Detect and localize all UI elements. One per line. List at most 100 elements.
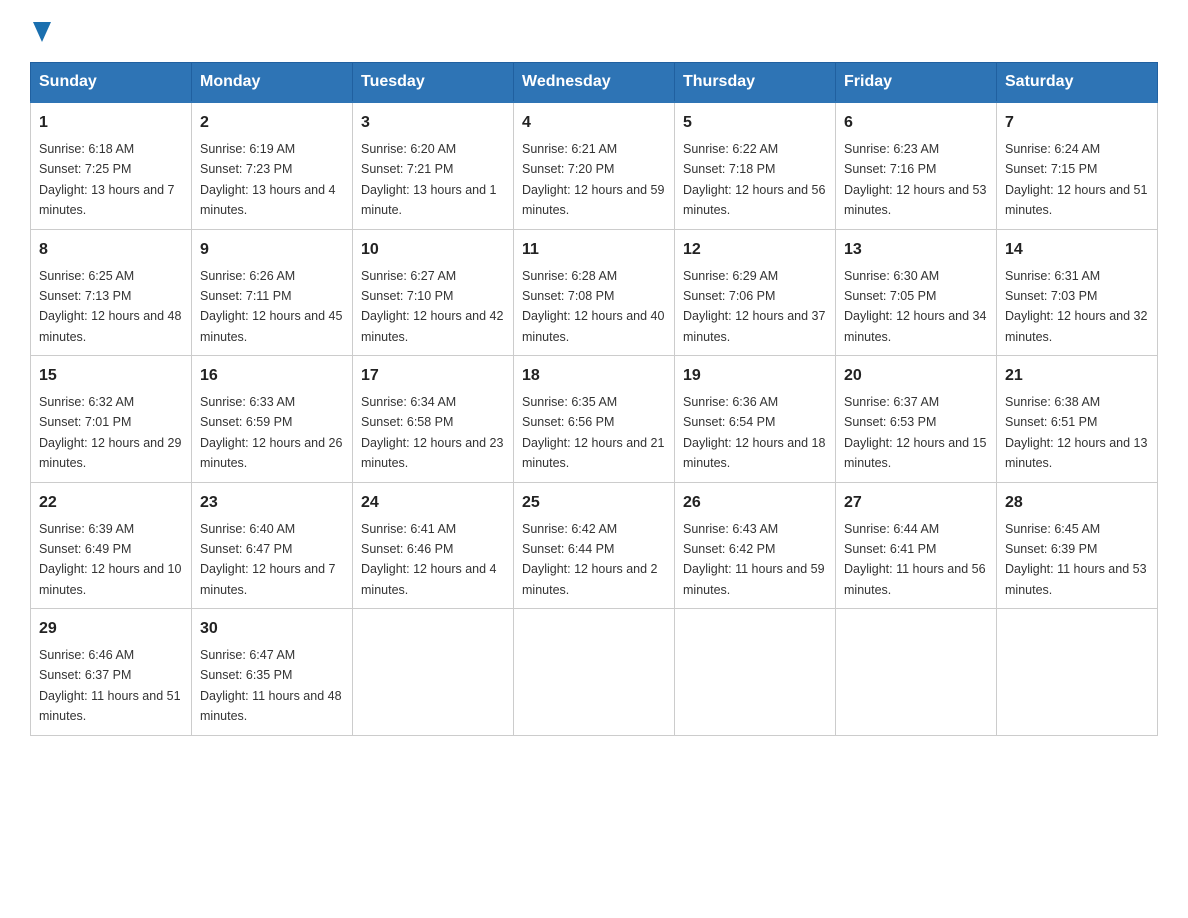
calendar-cell: 1 Sunrise: 6:18 AMSunset: 7:25 PMDayligh… <box>31 102 192 229</box>
calendar-cell: 6 Sunrise: 6:23 AMSunset: 7:16 PMDayligh… <box>836 102 997 229</box>
day-info: Sunrise: 6:37 AMSunset: 6:53 PMDaylight:… <box>844 395 986 470</box>
calendar-header-tuesday: Tuesday <box>353 63 514 103</box>
calendar-cell: 8 Sunrise: 6:25 AMSunset: 7:13 PMDayligh… <box>31 229 192 356</box>
calendar-header-thursday: Thursday <box>675 63 836 103</box>
day-number: 24 <box>361 491 505 515</box>
day-info: Sunrise: 6:36 AMSunset: 6:54 PMDaylight:… <box>683 395 825 470</box>
day-number: 2 <box>200 111 344 135</box>
day-number: 29 <box>39 617 183 641</box>
day-info: Sunrise: 6:21 AMSunset: 7:20 PMDaylight:… <box>522 142 664 217</box>
logo <box>30 20 51 42</box>
day-number: 12 <box>683 238 827 262</box>
calendar-cell: 28 Sunrise: 6:45 AMSunset: 6:39 PMDaylig… <box>997 482 1158 609</box>
calendar-header-row: SundayMondayTuesdayWednesdayThursdayFrid… <box>31 63 1158 103</box>
calendar-cell: 12 Sunrise: 6:29 AMSunset: 7:06 PMDaylig… <box>675 229 836 356</box>
calendar-cell: 30 Sunrise: 6:47 AMSunset: 6:35 PMDaylig… <box>192 609 353 736</box>
day-info: Sunrise: 6:29 AMSunset: 7:06 PMDaylight:… <box>683 269 825 344</box>
day-number: 19 <box>683 364 827 388</box>
day-number: 8 <box>39 238 183 262</box>
day-info: Sunrise: 6:34 AMSunset: 6:58 PMDaylight:… <box>361 395 503 470</box>
calendar-cell: 10 Sunrise: 6:27 AMSunset: 7:10 PMDaylig… <box>353 229 514 356</box>
day-number: 13 <box>844 238 988 262</box>
calendar-cell: 13 Sunrise: 6:30 AMSunset: 7:05 PMDaylig… <box>836 229 997 356</box>
day-info: Sunrise: 6:39 AMSunset: 6:49 PMDaylight:… <box>39 522 181 597</box>
day-number: 10 <box>361 238 505 262</box>
day-number: 1 <box>39 111 183 135</box>
calendar-cell: 2 Sunrise: 6:19 AMSunset: 7:23 PMDayligh… <box>192 102 353 229</box>
day-number: 22 <box>39 491 183 515</box>
day-info: Sunrise: 6:38 AMSunset: 6:51 PMDaylight:… <box>1005 395 1147 470</box>
calendar-cell: 23 Sunrise: 6:40 AMSunset: 6:47 PMDaylig… <box>192 482 353 609</box>
day-info: Sunrise: 6:43 AMSunset: 6:42 PMDaylight:… <box>683 522 825 597</box>
day-number: 15 <box>39 364 183 388</box>
day-number: 3 <box>361 111 505 135</box>
day-info: Sunrise: 6:19 AMSunset: 7:23 PMDaylight:… <box>200 142 336 217</box>
calendar-cell: 24 Sunrise: 6:41 AMSunset: 6:46 PMDaylig… <box>353 482 514 609</box>
day-number: 30 <box>200 617 344 641</box>
day-number: 5 <box>683 111 827 135</box>
calendar-cell: 4 Sunrise: 6:21 AMSunset: 7:20 PMDayligh… <box>514 102 675 229</box>
day-info: Sunrise: 6:32 AMSunset: 7:01 PMDaylight:… <box>39 395 181 470</box>
calendar-cell: 21 Sunrise: 6:38 AMSunset: 6:51 PMDaylig… <box>997 356 1158 483</box>
calendar-header-sunday: Sunday <box>31 63 192 103</box>
calendar-table: SundayMondayTuesdayWednesdayThursdayFrid… <box>30 62 1158 736</box>
day-info: Sunrise: 6:23 AMSunset: 7:16 PMDaylight:… <box>844 142 986 217</box>
calendar-cell: 7 Sunrise: 6:24 AMSunset: 7:15 PMDayligh… <box>997 102 1158 229</box>
day-info: Sunrise: 6:35 AMSunset: 6:56 PMDaylight:… <box>522 395 664 470</box>
calendar-cell <box>997 609 1158 736</box>
calendar-cell: 11 Sunrise: 6:28 AMSunset: 7:08 PMDaylig… <box>514 229 675 356</box>
calendar-cell: 16 Sunrise: 6:33 AMSunset: 6:59 PMDaylig… <box>192 356 353 483</box>
day-info: Sunrise: 6:42 AMSunset: 6:44 PMDaylight:… <box>522 522 658 597</box>
logo-arrow-icon <box>33 22 51 42</box>
day-info: Sunrise: 6:31 AMSunset: 7:03 PMDaylight:… <box>1005 269 1147 344</box>
day-info: Sunrise: 6:28 AMSunset: 7:08 PMDaylight:… <box>522 269 664 344</box>
day-number: 26 <box>683 491 827 515</box>
day-number: 27 <box>844 491 988 515</box>
day-number: 17 <box>361 364 505 388</box>
day-info: Sunrise: 6:45 AMSunset: 6:39 PMDaylight:… <box>1005 522 1147 597</box>
calendar-cell <box>353 609 514 736</box>
day-info: Sunrise: 6:44 AMSunset: 6:41 PMDaylight:… <box>844 522 986 597</box>
calendar-week-row-2: 8 Sunrise: 6:25 AMSunset: 7:13 PMDayligh… <box>31 229 1158 356</box>
day-number: 14 <box>1005 238 1149 262</box>
day-info: Sunrise: 6:22 AMSunset: 7:18 PMDaylight:… <box>683 142 825 217</box>
calendar-week-row-4: 22 Sunrise: 6:39 AMSunset: 6:49 PMDaylig… <box>31 482 1158 609</box>
calendar-cell: 22 Sunrise: 6:39 AMSunset: 6:49 PMDaylig… <box>31 482 192 609</box>
day-number: 20 <box>844 364 988 388</box>
calendar-cell: 18 Sunrise: 6:35 AMSunset: 6:56 PMDaylig… <box>514 356 675 483</box>
calendar-cell: 27 Sunrise: 6:44 AMSunset: 6:41 PMDaylig… <box>836 482 997 609</box>
calendar-header-wednesday: Wednesday <box>514 63 675 103</box>
calendar-cell: 19 Sunrise: 6:36 AMSunset: 6:54 PMDaylig… <box>675 356 836 483</box>
day-info: Sunrise: 6:26 AMSunset: 7:11 PMDaylight:… <box>200 269 342 344</box>
day-info: Sunrise: 6:18 AMSunset: 7:25 PMDaylight:… <box>39 142 175 217</box>
day-number: 11 <box>522 238 666 262</box>
day-info: Sunrise: 6:40 AMSunset: 6:47 PMDaylight:… <box>200 522 336 597</box>
calendar-cell: 14 Sunrise: 6:31 AMSunset: 7:03 PMDaylig… <box>997 229 1158 356</box>
calendar-week-row-3: 15 Sunrise: 6:32 AMSunset: 7:01 PMDaylig… <box>31 356 1158 483</box>
day-info: Sunrise: 6:25 AMSunset: 7:13 PMDaylight:… <box>39 269 181 344</box>
day-info: Sunrise: 6:27 AMSunset: 7:10 PMDaylight:… <box>361 269 503 344</box>
day-number: 21 <box>1005 364 1149 388</box>
day-number: 23 <box>200 491 344 515</box>
calendar-header-friday: Friday <box>836 63 997 103</box>
day-info: Sunrise: 6:41 AMSunset: 6:46 PMDaylight:… <box>361 522 497 597</box>
day-info: Sunrise: 6:30 AMSunset: 7:05 PMDaylight:… <box>844 269 986 344</box>
day-info: Sunrise: 6:46 AMSunset: 6:37 PMDaylight:… <box>39 648 181 723</box>
calendar-cell: 9 Sunrise: 6:26 AMSunset: 7:11 PMDayligh… <box>192 229 353 356</box>
calendar-cell: 20 Sunrise: 6:37 AMSunset: 6:53 PMDaylig… <box>836 356 997 483</box>
calendar-cell: 5 Sunrise: 6:22 AMSunset: 7:18 PMDayligh… <box>675 102 836 229</box>
calendar-cell: 15 Sunrise: 6:32 AMSunset: 7:01 PMDaylig… <box>31 356 192 483</box>
calendar-cell: 29 Sunrise: 6:46 AMSunset: 6:37 PMDaylig… <box>31 609 192 736</box>
day-number: 6 <box>844 111 988 135</box>
calendar-header-monday: Monday <box>192 63 353 103</box>
calendar-cell: 25 Sunrise: 6:42 AMSunset: 6:44 PMDaylig… <box>514 482 675 609</box>
calendar-cell: 17 Sunrise: 6:34 AMSunset: 6:58 PMDaylig… <box>353 356 514 483</box>
calendar-cell <box>514 609 675 736</box>
day-number: 9 <box>200 238 344 262</box>
calendar-header-saturday: Saturday <box>997 63 1158 103</box>
day-number: 28 <box>1005 491 1149 515</box>
calendar-cell <box>675 609 836 736</box>
calendar-cell: 26 Sunrise: 6:43 AMSunset: 6:42 PMDaylig… <box>675 482 836 609</box>
day-number: 16 <box>200 364 344 388</box>
calendar-cell <box>836 609 997 736</box>
